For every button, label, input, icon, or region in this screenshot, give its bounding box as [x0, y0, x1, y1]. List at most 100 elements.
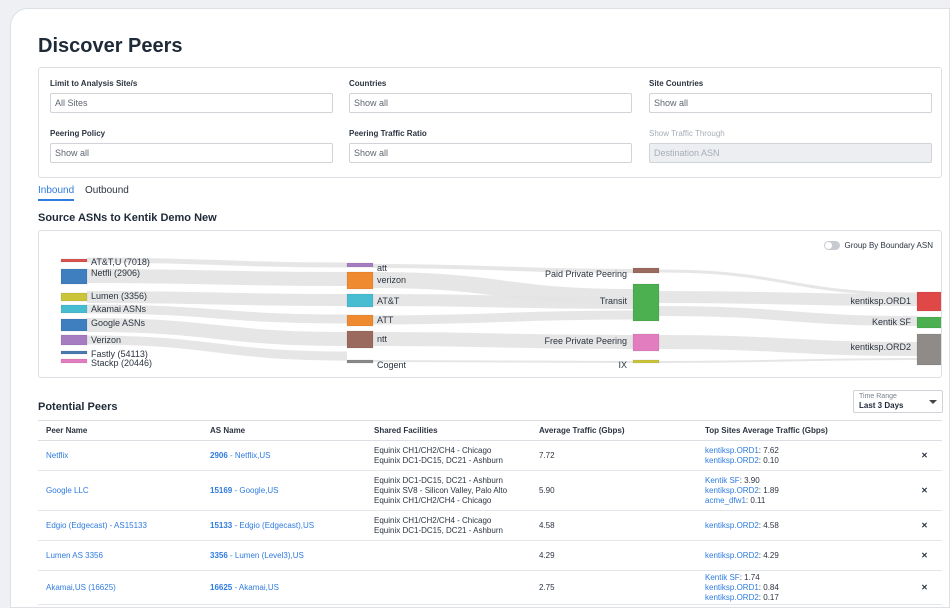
source-asn-node[interactable] — [60, 258, 88, 263]
site-link[interactable]: kentiksp.ORD1 — [705, 583, 759, 592]
site-traffic-value: : 0.84 — [758, 582, 779, 592]
filter-traffic-ratio: Peering Traffic Ratio Show all — [349, 129, 632, 163]
time-range-select[interactable]: Time Range Last 3 Days — [853, 390, 943, 413]
site-link[interactable]: acme_dfw1 — [705, 496, 746, 505]
sankey-links — [60, 257, 942, 366]
peer-name-cell: Akamai,US (16625) — [38, 570, 202, 605]
peer-name-link[interactable]: Edgio (Edgecast) - AS15133 — [46, 521, 147, 530]
handoff-node[interactable] — [346, 314, 374, 327]
source-asn-node[interactable] — [60, 292, 88, 302]
column-header: AS Name — [202, 420, 366, 441]
remove-peer-button[interactable]: ✕ — [907, 570, 942, 605]
as-name-cell: 2906 - Netflix,US — [202, 440, 366, 471]
sankey-link — [372, 310, 634, 325]
site-link[interactable]: kentiksp.ORD2 — [705, 551, 759, 560]
group-by-boundary-toggle[interactable]: Group By Boundary ASN — [823, 241, 933, 250]
remove-peer-button[interactable]: ✕ — [907, 470, 942, 511]
peer-name-link[interactable]: Lumen AS 3356 — [46, 551, 103, 560]
tab-inbound[interactable]: Inbound — [38, 185, 75, 201]
filter-label: Show Traffic Through — [649, 129, 725, 138]
connection-type-node[interactable] — [632, 333, 660, 352]
filter-peering-policy: Peering Policy Show all — [50, 129, 333, 163]
peering-policy-input[interactable]: Show all — [50, 143, 333, 163]
close-icon[interactable]: ✕ — [921, 486, 928, 495]
as-name-link[interactable]: - Netflix,US — [228, 451, 270, 460]
handoff-node[interactable] — [346, 359, 374, 364]
source-asn-node[interactable] — [60, 334, 88, 346]
close-icon[interactable]: ✕ — [921, 451, 928, 460]
facility-item: Equinix CH1/CH2/CH4 - Chicago — [374, 445, 492, 455]
source-asn-node-label: Google ASNs — [91, 318, 146, 328]
traffic-ratio-input[interactable]: Show all — [349, 143, 632, 163]
remove-peer-button[interactable]: ✕ — [907, 540, 942, 571]
source-asn-node[interactable] — [60, 358, 88, 364]
source-asn-node[interactable] — [60, 268, 88, 285]
site-link[interactable]: kentiksp.ORD2 — [705, 593, 759, 602]
handoff-node[interactable] — [346, 330, 374, 349]
site-countries-input[interactable]: Show all — [649, 93, 932, 113]
site-link[interactable]: kentiksp.ORD1 — [705, 446, 759, 455]
filter-label: Peering Traffic Ratio — [349, 129, 427, 138]
connection-type-node[interactable] — [632, 283, 660, 322]
site-node[interactable] — [916, 291, 942, 312]
handoff-node[interactable] — [346, 262, 374, 268]
asn-link[interactable]: 2906 — [210, 451, 228, 460]
peer-name-link[interactable]: Netflix — [46, 451, 68, 460]
handoff-node[interactable] — [346, 271, 374, 290]
filter-show-traffic-through: Show Traffic Through Destination ASN — [649, 129, 932, 163]
filter-label: Site Countries — [649, 79, 704, 88]
source-asn-node-label: Akamai ASNs — [91, 304, 147, 314]
close-icon[interactable]: ✕ — [921, 551, 928, 560]
site-link[interactable]: Kentik SF — [705, 573, 740, 582]
facility-item: Equinix DC1-DC15, DC21 - Ashburn — [374, 475, 503, 485]
time-range-value: Last 3 Days — [859, 401, 904, 410]
connection-type-node[interactable] — [632, 267, 660, 274]
site-node[interactable] — [916, 316, 942, 329]
toggle-switch[interactable] — [823, 241, 840, 250]
peer-name-link[interactable]: Google LLC — [46, 486, 89, 495]
sankey-link — [372, 294, 634, 309]
sankey-link — [658, 358, 918, 363]
connection-type-node[interactable] — [632, 359, 660, 364]
source-asn-node[interactable] — [60, 304, 88, 314]
source-asn-node[interactable] — [60, 318, 88, 332]
asn-link[interactable]: 15169 — [210, 486, 232, 495]
close-icon[interactable]: ✕ — [921, 521, 928, 530]
as-name-link[interactable]: - Lumen (Level3),US — [228, 551, 304, 560]
table-row: Netflix 2906 - Netflix,US Equinix CH1/CH2/… — [38, 440, 942, 471]
peer-name-cell: Google LLC — [38, 470, 202, 511]
site-traffic-value: : 7.62 — [758, 445, 779, 455]
filter-label: Peering Policy — [50, 129, 106, 138]
site-traffic-value: : 1.74 — [739, 572, 760, 582]
site-link[interactable]: kentiksp.ORD2 — [705, 456, 759, 465]
peer-name-link[interactable]: Akamai,US (16625) — [46, 583, 116, 592]
asn-link[interactable]: 16625 — [210, 583, 232, 592]
site-node[interactable] — [916, 333, 942, 366]
close-icon[interactable]: ✕ — [921, 583, 928, 592]
table-row: Google LLC 15169 - Google,US Equinix DC1-D… — [38, 470, 942, 511]
site-link[interactable]: kentiksp.ORD2 — [705, 486, 759, 495]
handoff-node-label: att — [377, 263, 388, 273]
source-asn-node-label: Verizon — [91, 335, 122, 345]
asn-link[interactable]: 3356 — [210, 551, 228, 560]
remove-peer-button[interactable]: ✕ — [907, 440, 942, 471]
top-sites-cell: kentiksp.ORD2: 4.58 — [697, 510, 907, 541]
site-link[interactable]: kentiksp.ORD2 — [705, 521, 759, 530]
as-name-link[interactable]: - Akamai,US — [232, 583, 278, 592]
tab-outbound[interactable]: Outbound — [85, 185, 129, 199]
site-traffic-value: : 3.90 — [739, 475, 760, 485]
remove-peer-button[interactable]: ✕ — [907, 510, 942, 541]
filter-label: Limit to Analysis Site/s — [50, 79, 138, 88]
handoff-node[interactable] — [346, 293, 374, 308]
facility-item: Equinix DC1-DC15, DC21 - Ashburn — [374, 525, 503, 535]
site-link[interactable]: Kentik SF — [705, 476, 740, 485]
source-asn-node[interactable] — [60, 350, 88, 355]
as-name-link[interactable]: - Google,US — [232, 486, 278, 495]
top-site-item: kentiksp.ORD2: 4.29 — [705, 551, 899, 561]
analysis-sites-input[interactable]: All Sites — [50, 93, 333, 113]
as-name-cell: 16625 - Akamai,US — [202, 570, 366, 605]
countries-input[interactable]: Show all — [349, 93, 632, 113]
as-name-link[interactable]: - Edgio (Edgecast),US — [232, 521, 314, 530]
asn-link[interactable]: 15133 — [210, 521, 232, 530]
top-site-item: kentiksp.ORD2: 1.89 — [705, 486, 899, 496]
